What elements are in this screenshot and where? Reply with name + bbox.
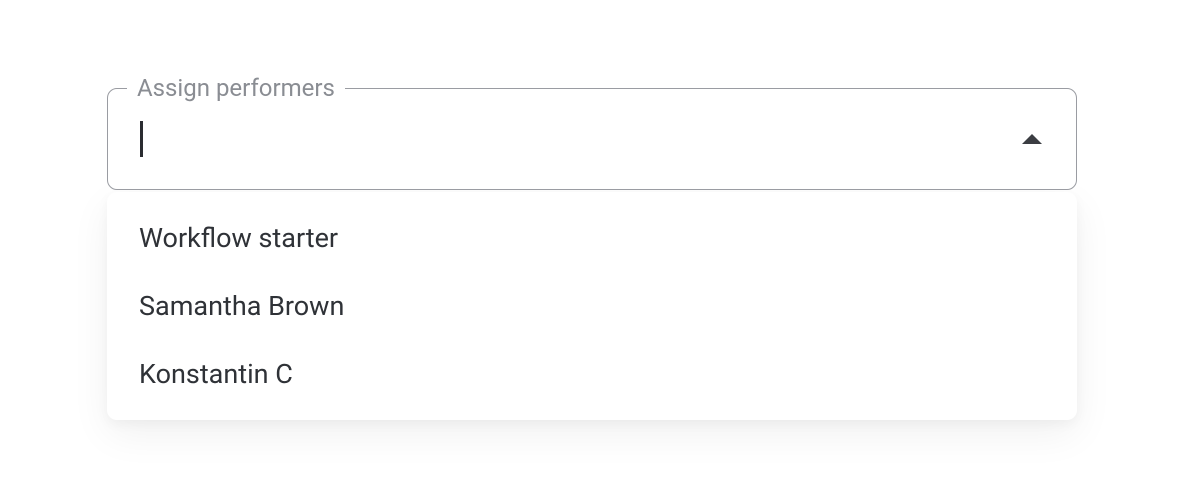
combobox-dropdown: Workflow starter Samantha Brown Konstant… bbox=[107, 192, 1077, 420]
option-konstantin-c[interactable]: Konstantin C bbox=[107, 340, 1077, 408]
assign-performers-combobox[interactable] bbox=[107, 88, 1077, 190]
assign-performers-combobox-container: Assign performers Workflow starter Saman… bbox=[107, 88, 1077, 420]
text-cursor bbox=[140, 121, 143, 157]
combobox-label: Assign performers bbox=[127, 74, 345, 102]
option-samantha-brown[interactable]: Samantha Brown bbox=[107, 272, 1077, 340]
option-workflow-starter[interactable]: Workflow starter bbox=[107, 204, 1077, 272]
combobox-fieldset: Assign performers bbox=[107, 88, 1077, 190]
chevron-up-icon[interactable] bbox=[1022, 134, 1042, 144]
